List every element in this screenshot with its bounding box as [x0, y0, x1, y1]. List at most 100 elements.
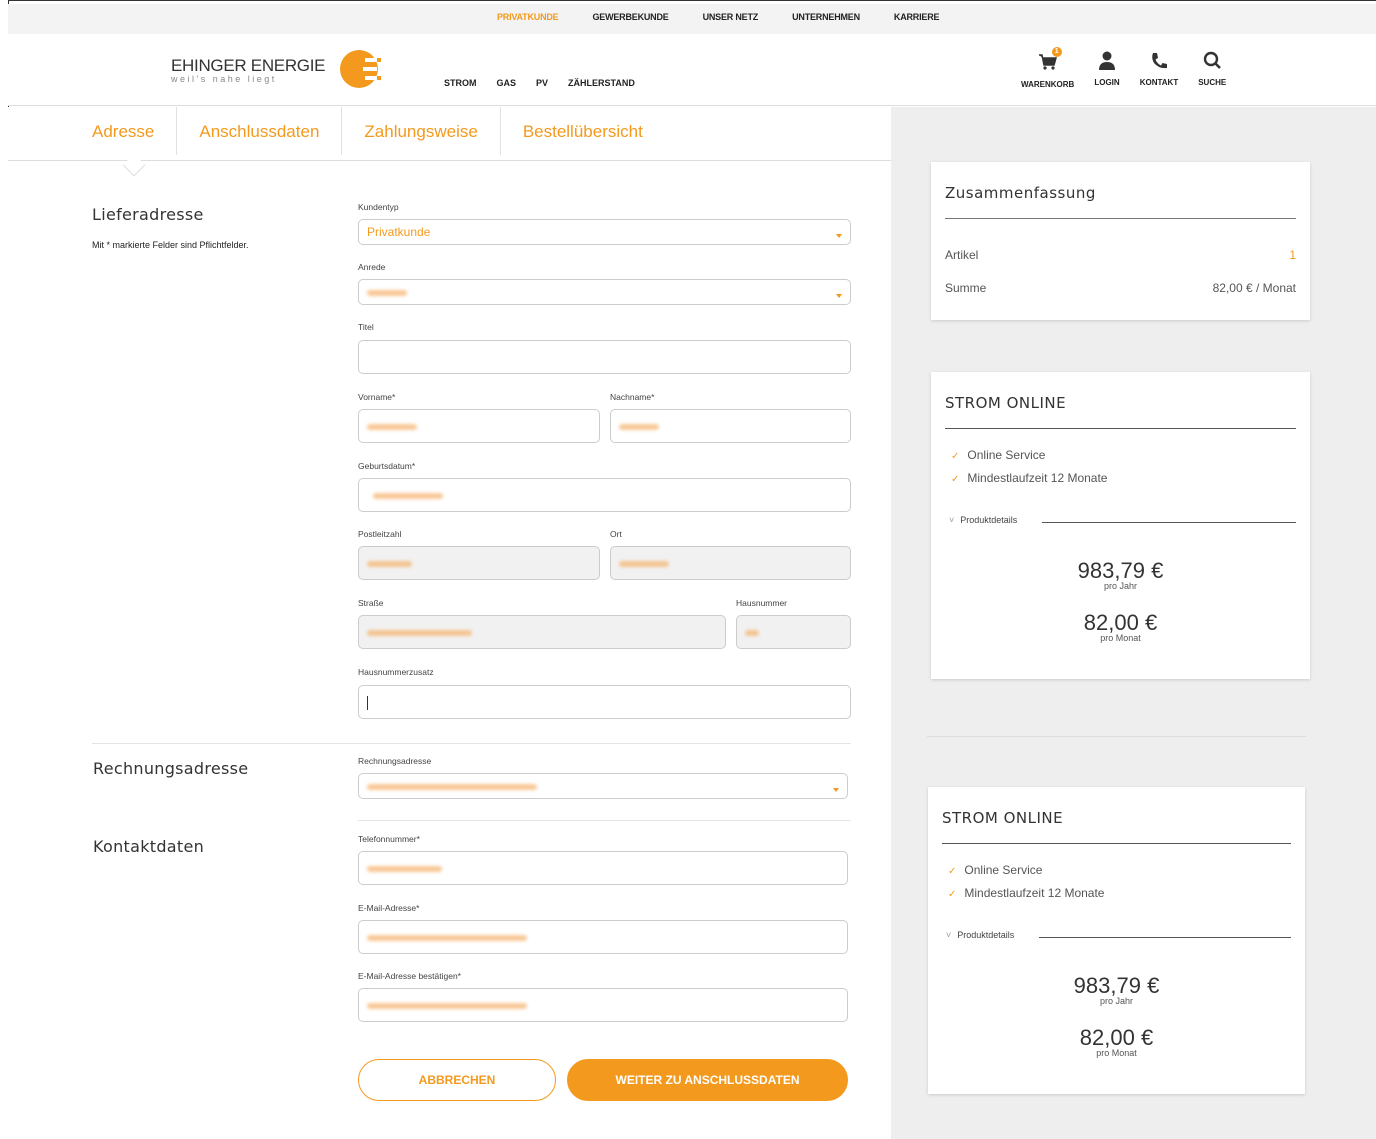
price-year-unit: pro Jahr — [1103, 581, 1138, 591]
price-year: 983,79 € pro Jahr — [928, 973, 1305, 1006]
strasse-input[interactable] — [358, 615, 726, 649]
feature-text: Mindestlaufzeit 12 Monate — [964, 886, 1105, 900]
checkout-form-area: Adresse Anschlussdaten Zahlungsweise Bes… — [8, 107, 891, 1139]
product-details-label: Produktdetails — [957, 930, 1015, 940]
check-icon: ✓ — [951, 474, 960, 485]
checkout-steps: Adresse Anschlussdaten Zahlungsweise Bes… — [8, 107, 891, 161]
login-button[interactable]: LOGIN — [1084, 50, 1129, 89]
hausnummerzusatz-label: Hausnummerzusatz — [358, 667, 434, 677]
logo-mark-icon — [340, 50, 381, 88]
chevron-down-icon: ˅ — [946, 930, 952, 940]
step-zahlungsweise[interactable]: Zahlungsweise — [342, 107, 501, 155]
segment-nav: PRIVATKUNDE GEWERBEKUNDE UNSER NETZ UNTE… — [480, 12, 956, 22]
cart-label: WARENKORB — [1021, 80, 1075, 89]
rechnungsadresse-select[interactable] — [358, 773, 848, 799]
anrede-select[interactable] — [358, 279, 851, 305]
nav-strom[interactable]: STROM — [444, 78, 477, 88]
step-adresse[interactable]: Adresse — [8, 107, 178, 155]
articles-label: Artikel — [945, 248, 979, 262]
search-label: SUCHE — [1198, 78, 1227, 87]
login-label: LOGIN — [1094, 78, 1120, 87]
nav-pv[interactable]: PV — [536, 78, 548, 88]
telefon-label: Telefonnummer* — [358, 834, 420, 844]
email-input[interactable] — [358, 920, 848, 954]
nav-gas[interactable]: GAS — [497, 78, 517, 88]
strasse-label: Straße — [358, 598, 384, 608]
hausnummer-input[interactable] — [736, 615, 851, 649]
details-line — [1039, 937, 1291, 938]
price-month-unit: pro Monat — [1096, 1048, 1137, 1058]
kundentyp-label: Kundentyp — [358, 202, 399, 212]
segment-unternehmen[interactable]: UNTERNEHMEN — [775, 12, 877, 22]
contact-button[interactable]: KONTAKT — [1130, 50, 1189, 89]
email-confirm-input[interactable] — [358, 988, 848, 1022]
nachname-label: Nachname* — [610, 392, 655, 402]
rechnungsadresse-label: Rechnungsadresse — [358, 756, 432, 766]
hausnummer-label: Hausnummer — [736, 598, 788, 608]
price-month: 82,00 € pro Monat — [928, 1025, 1305, 1058]
cancel-button[interactable]: ABBRECHEN — [358, 1059, 556, 1101]
product-details-toggle[interactable]: ˅ Produktdetails — [949, 515, 1017, 525]
kundentyp-select[interactable]: Privatkunde — [358, 219, 851, 245]
check-icon: ✓ — [948, 889, 957, 900]
contact-label: KONTAKT — [1139, 78, 1179, 87]
summary-divider — [945, 218, 1296, 219]
feature-item: ✓ Mindestlaufzeit 12 Monate — [948, 886, 1104, 900]
geburtsdatum-label: Geburtsdatum* — [358, 461, 416, 471]
feature-item: ✓ Online Service — [951, 448, 1045, 462]
step-anschlussdaten[interactable]: Anschlussdaten — [177, 107, 343, 155]
nachname-input[interactable] — [610, 409, 851, 443]
total-label: Summe — [945, 281, 987, 295]
vorname-input[interactable] — [358, 409, 600, 443]
segment-unser-netz[interactable]: UNSER NETZ — [686, 12, 776, 22]
cart-button[interactable]: 1 WARENKORB — [1011, 47, 1084, 89]
search-button[interactable]: SUCHE — [1188, 50, 1236, 89]
segment-karriere[interactable]: KARRIERE — [877, 12, 956, 22]
check-icon: ✓ — [948, 866, 957, 877]
nav-zaehlerstand[interactable]: ZÄHLERSTAND — [568, 78, 635, 88]
titel-label: Titel — [358, 322, 374, 332]
section-kontaktdaten: Kontaktdaten — [93, 837, 205, 856]
product-card: STROM ONLINE ✓ Online Service ✓ Mindestlau… — [928, 787, 1305, 1094]
next-button[interactable]: WEITER ZU ANSCHLUSSDATEN — [567, 1059, 848, 1101]
vorname-label: Vorname* — [358, 392, 396, 402]
sidebar-divider — [927, 736, 1306, 737]
total-value: 82,00 € / Monat — [1212, 281, 1296, 295]
anrede-label: Anrede — [358, 262, 386, 272]
logo[interactable]: EHINGER ENERGIE weil's nahe liegt — [171, 50, 381, 88]
details-line — [1042, 522, 1296, 523]
geburtsdatum-input[interactable] — [358, 478, 851, 512]
required-hint: Mit * markierte Felder sind Pflichtfelde… — [92, 240, 249, 250]
logo-text: EHINGER ENERGIE — [171, 56, 326, 75]
summary-card: Zusammenfassung Artikel 1 Summe 82,00 € … — [931, 162, 1310, 320]
site-header: EHINGER ENERGIE weil's nahe liegt STROM … — [8, 34, 1376, 106]
articles-value: 1 — [1289, 248, 1296, 262]
ort-label: Ort — [610, 529, 622, 539]
step-bestelluebersicht[interactable]: Bestellübersicht — [501, 107, 665, 155]
section-lieferadresse: Lieferadresse — [92, 205, 204, 224]
section-divider — [92, 743, 851, 744]
plz-input[interactable] — [358, 546, 600, 580]
hausnummerzusatz-input[interactable] — [358, 685, 851, 719]
product-details-toggle[interactable]: ˅ Produktdetails — [946, 930, 1014, 940]
phone-icon — [1152, 53, 1167, 69]
section-rechnungsadresse: Rechnungsadresse — [93, 759, 249, 778]
segment-privatkunde[interactable]: PRIVATKUNDE — [480, 12, 575, 22]
top-meta-bar: PRIVATKUNDE GEWERBEKUNDE UNSER NETZ UNTE… — [8, 4, 1376, 34]
product-divider — [945, 428, 1296, 429]
kundentyp-value: Privatkunde — [367, 225, 431, 239]
telefon-input[interactable] — [358, 851, 848, 885]
feature-text: Mindestlaufzeit 12 Monate — [967, 471, 1108, 485]
feature-text: Online Service — [967, 448, 1046, 462]
check-icon: ✓ — [951, 451, 960, 462]
ort-input[interactable] — [610, 546, 851, 580]
order-sidebar: Zusammenfassung Artikel 1 Summe 82,00 € … — [891, 107, 1376, 1139]
main-nav: STROM GAS PV ZÄHLERSTAND — [444, 78, 635, 88]
product-details-label: Produktdetails — [960, 515, 1018, 525]
email-label: E-Mail-Adresse* — [358, 903, 420, 913]
titel-input[interactable] — [358, 340, 851, 374]
plz-label: Postleitzahl — [358, 529, 402, 539]
cart-count-badge: 1 — [1051, 47, 1062, 57]
segment-gewerbekunde[interactable]: GEWERBEKUNDE — [575, 12, 685, 22]
section-divider — [358, 820, 851, 821]
